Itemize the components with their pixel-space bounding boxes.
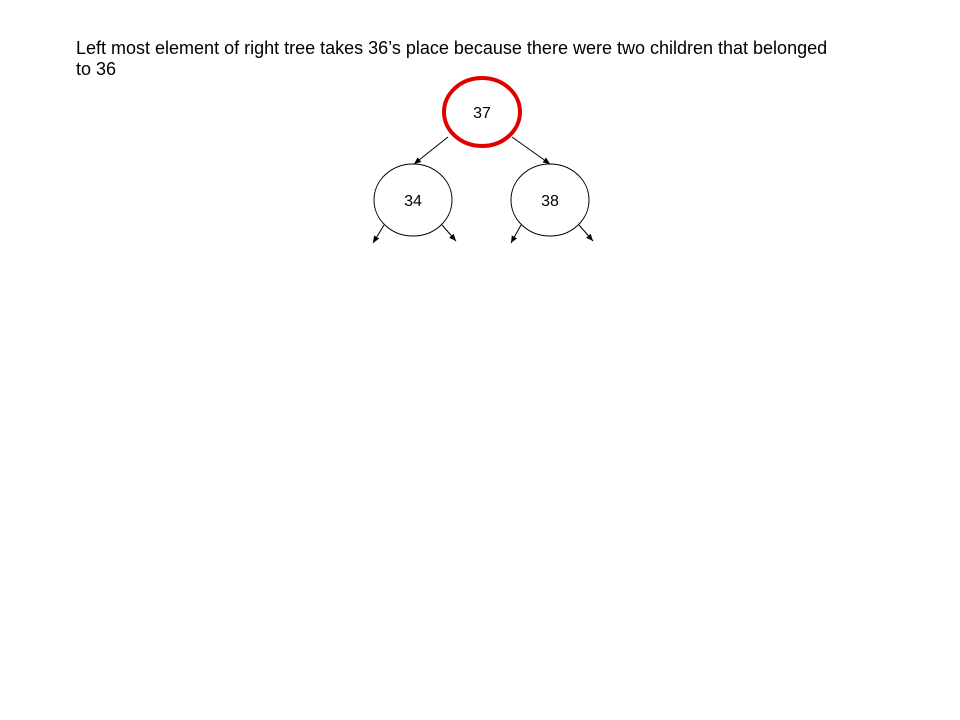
tree-node-root: 37: [442, 76, 522, 148]
left-node-label: 34: [404, 193, 422, 210]
pointer-right-node-left: [510, 224, 522, 244]
pointer-right-node-right: [578, 224, 594, 242]
edge-root-left: [413, 136, 449, 165]
tree-node-right: 38: [510, 163, 590, 237]
binary-tree-diagram: 37 34 38: [372, 76, 594, 244]
pointer-left-node-right: [441, 224, 457, 242]
slide: Left most element of right tree takes 36…: [0, 0, 960, 720]
tree-node-left: 34: [373, 163, 453, 237]
right-node-label: 38: [541, 193, 559, 210]
edge-root-right: [511, 136, 551, 165]
pointer-left-node-left: [372, 224, 385, 244]
root-node-label: 37: [473, 105, 491, 122]
